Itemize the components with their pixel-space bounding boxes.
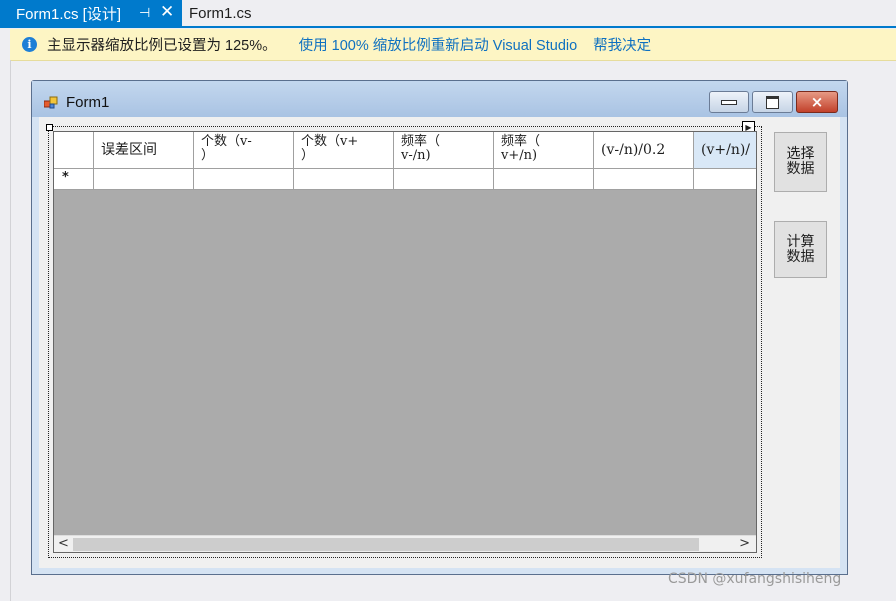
tab-form1-design[interactable]: Form1.cs [设计] ⊣ ✕ — [0, 0, 182, 26]
grid-cell[interactable] — [494, 169, 594, 190]
column-header[interactable]: 频率（ v+/n) — [494, 132, 594, 169]
column-header-row: 误差区间 个数（v- ） 个数（v+ ） 频率（ v-/n) 频率（ v+/n)… — [54, 132, 756, 169]
grid-cell[interactable] — [194, 169, 294, 190]
column-header[interactable]: (v+/n)/ — [694, 132, 756, 169]
minimize-icon — [721, 99, 737, 105]
tab-underline — [0, 26, 896, 28]
grid-cell[interactable] — [594, 169, 694, 190]
header-corner[interactable] — [54, 132, 94, 169]
data-grid-view[interactable]: 误差区间 个数（v- ） 个数（v+ ） 频率（ v-/n) 频率（ v+/n)… — [53, 131, 757, 553]
form-titlebar[interactable]: Form1 × — [32, 81, 847, 117]
column-header[interactable]: (v-/n)/0.2 — [594, 132, 694, 169]
grid-cell[interactable] — [694, 169, 756, 190]
scaling-info-bar: i 主显示器缩放比例已设置为 125%。 使用 100% 缩放比例重新启动 Vi… — [10, 29, 896, 61]
scroll-right-icon[interactable]: > — [739, 536, 750, 551]
form-title: Form1 — [66, 94, 110, 111]
tab-form1-code[interactable]: Form1.cs — [183, 0, 260, 26]
horizontal-scrollbar[interactable]: < > — [54, 535, 756, 552]
scroll-thumb[interactable] — [73, 538, 699, 551]
close-button[interactable]: × — [796, 91, 838, 113]
grid-cell[interactable] — [94, 169, 194, 190]
minimize-button[interactable] — [709, 91, 749, 113]
form-client-area: ▶ 误差区间 个数（v- ） 个数（v+ ） 频率（ v-/n) 频率（ v+/… — [39, 117, 840, 568]
watermark: CSDN @xufangshisiheng — [668, 571, 842, 587]
info-message: 主显示器缩放比例已设置为 125%。 — [47, 38, 277, 54]
column-header[interactable]: 个数（v- ） — [194, 132, 294, 169]
maximize-icon — [766, 95, 779, 109]
select-data-button[interactable]: 选择 数据 — [774, 132, 827, 192]
grid-cell[interactable] — [394, 169, 494, 190]
close-window-icon: × — [810, 93, 824, 111]
designer-divider — [10, 60, 11, 601]
tab-form1-design-label: Form1.cs [设计] — [16, 5, 122, 23]
new-row-marker: * — [54, 169, 94, 190]
scroll-left-icon[interactable]: < — [58, 536, 69, 551]
column-header[interactable]: 误差区间 — [94, 132, 194, 169]
column-header[interactable]: 频率（ v-/n) — [394, 132, 494, 169]
close-icon[interactable]: ✕ — [160, 2, 174, 22]
help-me-decide-link[interactable]: 帮我决定 — [593, 34, 651, 55]
compute-data-button[interactable]: 计算 数据 — [774, 221, 827, 278]
column-header[interactable]: 个数（v+ ） — [294, 132, 394, 169]
form1-window[interactable]: Form1 × ▶ 误差区间 个数（v- ） 个数（v+ ） 频率（ v-/n)… — [31, 80, 848, 575]
form-icon — [44, 96, 58, 109]
new-row[interactable]: * — [54, 169, 756, 190]
resize-handle[interactable] — [46, 124, 53, 131]
info-icon: i — [22, 37, 37, 52]
tab-form1-code-label: Form1.cs — [189, 4, 252, 22]
grid-cell[interactable] — [294, 169, 394, 190]
designer-left-margin — [0, 60, 10, 601]
maximize-button[interactable] — [752, 91, 793, 113]
pin-icon[interactable]: ⊣ — [139, 5, 150, 21]
restart-100-percent-link[interactable]: 使用 100% 缩放比例重新启动 Visual Studio — [299, 34, 578, 55]
document-tab-strip: Form1.cs [设计] ⊣ ✕ Form1.cs — [0, 0, 896, 26]
